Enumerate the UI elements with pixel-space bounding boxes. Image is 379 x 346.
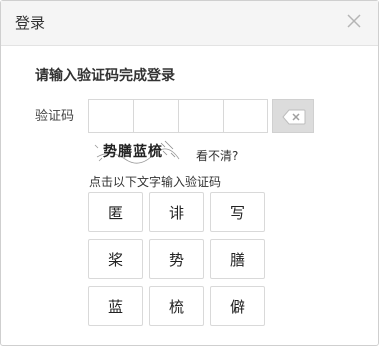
instruction-text: 点击以下文字输入验证码 xyxy=(89,175,222,189)
code-slot[interactable] xyxy=(88,99,133,133)
dialog-subtitle: 请输入验证码完成登录 xyxy=(35,68,175,84)
char-button[interactable]: 桨 xyxy=(88,239,143,279)
code-slot[interactable] xyxy=(133,99,178,133)
char-button[interactable]: 梳 xyxy=(149,286,204,326)
code-slot[interactable] xyxy=(178,99,223,133)
backspace-icon xyxy=(282,109,306,125)
dialog-header: 登录 xyxy=(1,1,378,46)
captcha-image: 势膳蓝梳 xyxy=(91,135,183,165)
dialog-title: 登录 xyxy=(15,14,46,32)
captcha-text: 势膳蓝梳 xyxy=(103,144,163,160)
code-label: 验证码 xyxy=(35,109,75,124)
code-slot[interactable] xyxy=(223,99,268,133)
char-button[interactable]: 膳 xyxy=(210,239,265,279)
char-button[interactable]: 僻 xyxy=(210,286,265,326)
char-button[interactable]: 诽 xyxy=(149,192,204,232)
char-button[interactable]: 匿 xyxy=(88,192,143,232)
refresh-captcha-link[interactable]: 看不清? xyxy=(196,147,238,164)
code-input-boxes xyxy=(88,99,268,133)
character-grid: 匿 诽 写 桨 势 膳 蓝 梳 僻 xyxy=(88,192,265,326)
close-icon[interactable] xyxy=(344,11,364,31)
backspace-button[interactable] xyxy=(272,99,314,133)
char-button[interactable]: 写 xyxy=(210,192,265,232)
login-dialog: 登录 请输入验证码完成登录 验证码 势膳蓝梳 看不清? 点击以下文字输入验证码 … xyxy=(0,0,379,346)
char-button[interactable]: 势 xyxy=(149,239,204,279)
char-button[interactable]: 蓝 xyxy=(88,286,143,326)
